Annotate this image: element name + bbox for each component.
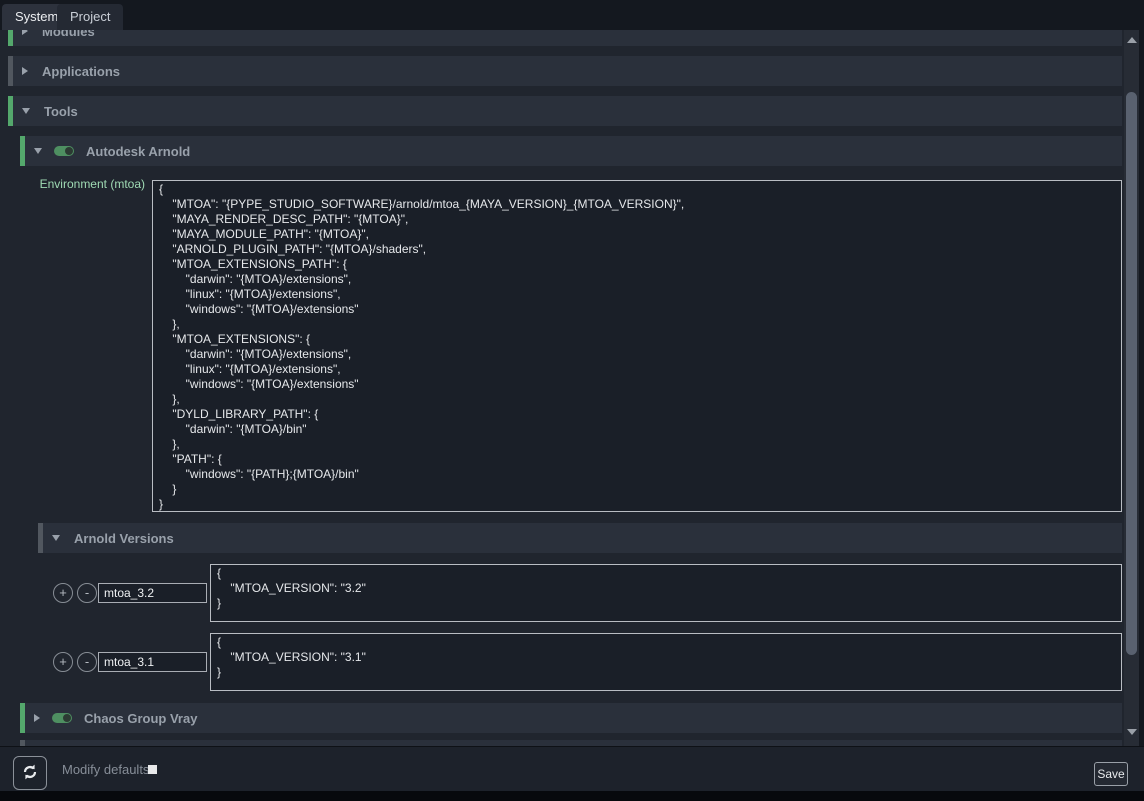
- remove-item-button[interactable]: -: [77, 652, 97, 672]
- section-title: Tools: [44, 104, 78, 119]
- footer-bar: Modify defaults Save: [0, 746, 1144, 791]
- section-header-modules[interactable]: Modules: [8, 30, 1122, 46]
- section-title: Modules: [42, 30, 95, 39]
- override-state-bar: [8, 30, 13, 46]
- section-header-chaos-group-vray[interactable]: Chaos Group Vray: [20, 703, 1122, 733]
- tab-project[interactable]: Project: [57, 4, 123, 30]
- vertical-scrollbar[interactable]: [1124, 30, 1139, 746]
- scrollbar-thumb[interactable]: [1126, 92, 1137, 655]
- override-state-bar: [8, 96, 13, 126]
- environment-json-input[interactable]: { "MTOA": "{PYPE_STUDIO_SOFTWARE}/arnold…: [152, 180, 1122, 512]
- tab-bar: System Project: [0, 0, 1144, 30]
- override-state-bar: [38, 523, 43, 553]
- section-header-arnold-versions[interactable]: Arnold Versions: [38, 523, 1122, 553]
- refresh-icon: [21, 763, 39, 784]
- modify-defaults-checkbox[interactable]: [148, 765, 157, 774]
- add-item-button[interactable]: +: [53, 583, 73, 603]
- add-item-button[interactable]: +: [53, 652, 73, 672]
- toggle-knob-icon: [63, 714, 71, 722]
- version-name-input[interactable]: [98, 583, 207, 603]
- chevron-right-icon[interactable]: [22, 67, 28, 75]
- scroll-up-icon[interactable]: [1124, 32, 1139, 48]
- section-header-autodesk-arnold[interactable]: Autodesk Arnold: [20, 136, 1122, 166]
- window-bottom-edge: [0, 791, 1144, 801]
- override-state-bar: [20, 136, 25, 166]
- version-name-input[interactable]: [98, 652, 207, 672]
- enabled-toggle[interactable]: [54, 146, 74, 156]
- section-header-tools[interactable]: Tools: [8, 96, 1122, 126]
- chevron-right-icon[interactable]: [34, 714, 40, 722]
- modify-defaults-label: Modify defaults: [62, 747, 149, 792]
- override-state-bar: [20, 703, 25, 733]
- toggle-knob-icon: [65, 147, 73, 155]
- chevron-down-icon[interactable]: [22, 108, 30, 114]
- chevron-down-icon[interactable]: [34, 148, 42, 154]
- refresh-button[interactable]: [13, 756, 47, 790]
- section-header-applications[interactable]: Applications: [8, 56, 1122, 86]
- section-title: Arnold Versions: [74, 531, 174, 546]
- chevron-right-icon[interactable]: [22, 30, 28, 35]
- settings-scroll-area: Modules Applications Tools Autodesk Arno…: [0, 30, 1124, 746]
- enabled-toggle[interactable]: [52, 713, 72, 723]
- scroll-down-icon[interactable]: [1124, 724, 1139, 740]
- override-state-bar: [8, 56, 13, 86]
- version-json-input[interactable]: { "MTOA_VERSION": "3.2" }: [210, 564, 1122, 622]
- environment-label: Environment (mtoa): [0, 177, 145, 191]
- chevron-down-icon[interactable]: [52, 535, 60, 541]
- remove-item-button[interactable]: -: [77, 583, 97, 603]
- section-title: Autodesk Arnold: [86, 144, 190, 159]
- version-json-input[interactable]: { "MTOA_VERSION": "3.1" }: [210, 633, 1122, 691]
- section-title: Chaos Group Vray: [84, 711, 197, 726]
- save-button[interactable]: Save: [1094, 762, 1128, 786]
- section-title: Applications: [42, 64, 120, 79]
- settings-window: System Project Modules Applications Tool…: [0, 0, 1144, 801]
